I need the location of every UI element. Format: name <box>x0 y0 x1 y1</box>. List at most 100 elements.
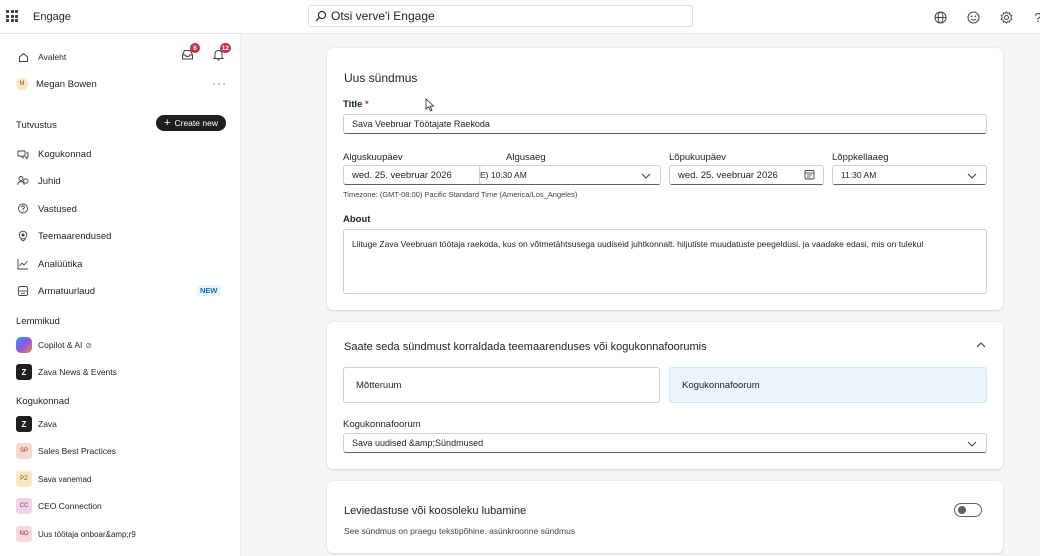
start-time-label: Algusaeg <box>506 152 546 163</box>
sidebar-item-answers[interactable]: Vastused <box>16 202 77 216</box>
avatar: PZ <box>16 471 32 487</box>
community-label: Uus töötaja onboar&amp;r9 <box>38 529 136 539</box>
title-label: Title * <box>343 99 369 110</box>
timezone-note: Timezone: (GMT-08:00) Pacific Standard T… <box>343 190 578 199</box>
community-label: Sales Best Practices <box>38 446 116 456</box>
sidebar-item-storylines[interactable]: Teemaarendused <box>16 229 111 243</box>
favorites-header: Lemmikud <box>16 316 60 327</box>
chevron-up-icon[interactable] <box>975 339 987 351</box>
home-icon <box>16 50 30 64</box>
user-name: Megan Bowen <box>36 78 97 90</box>
app-launcher-icon[interactable] <box>6 10 18 22</box>
end-time-select[interactable]: 11:30 AM <box>832 165 987 185</box>
event-form-card: Uus sündmus Title * Sava Veebruar Töötaj… <box>327 48 1003 310</box>
discover-header: Tutvustus <box>16 120 57 131</box>
copilot-icon <box>16 337 32 353</box>
create-new-button[interactable]: + Create new <box>156 115 226 131</box>
community-item[interactable]: NO Uus töötaja onboar&amp;r9 <box>16 526 136 542</box>
sidebar-item-label: Armatuurlaud <box>38 285 96 297</box>
new-badge: NEW <box>197 285 221 296</box>
avatar: SP <box>16 443 32 459</box>
community-item[interactable]: PZ Sava vanemad <box>16 471 91 487</box>
help-icon[interactable]: ? <box>1030 9 1040 25</box>
option-storyline[interactable]: Mõtteruum <box>343 367 660 403</box>
verified-icon: ⊘ <box>85 340 93 350</box>
sidebar-item-label: Avaleht <box>38 52 67 62</box>
sidebar-item-home[interactable]: Avaleht <box>16 50 66 64</box>
sidebar-item-label: Teemaarendused <box>38 230 112 242</box>
search-input[interactable] <box>331 9 671 23</box>
favorite-label: Copilot & AI <box>38 340 83 350</box>
community-item[interactable]: CC CEO Connection <box>16 498 102 514</box>
sidebar-item-analytics[interactable]: Analüütika <box>16 257 82 271</box>
sidebar-item-dashboard[interactable]: Armatuurlaud <box>16 284 95 298</box>
community-item[interactable]: SP Sales Best Practices <box>16 443 116 459</box>
search-icon <box>315 10 327 22</box>
community-item[interactable]: Z Zava <box>16 416 57 432</box>
communities-icon <box>16 147 30 161</box>
sidebar-item-communities[interactable]: Kogukonnad <box>16 147 91 161</box>
forum-heading: Saate seda sündmust korraldada teemaaren… <box>344 341 707 353</box>
sidebar-item-label: Vastused <box>38 203 77 215</box>
plus-icon: + <box>164 117 171 129</box>
avatar: Z <box>16 416 32 432</box>
avatar: Z <box>16 364 32 380</box>
start-date-input[interactable]: wed. 25. veebruar 2026 <box>343 165 498 185</box>
sidebar-user[interactable]: M Megan Bowen <box>16 78 97 90</box>
forum-card: Saate seda sündmust korraldada teemaaren… <box>327 322 1003 469</box>
sidebar-item-label: Kogukonnad <box>38 148 92 160</box>
avatar: NO <box>16 526 32 542</box>
communities-header: Kogukonnad <box>16 396 70 407</box>
favorite-label: Zava News & Events <box>38 367 117 377</box>
globe-icon[interactable] <box>932 9 948 25</box>
chevron-down-icon <box>967 173 977 179</box>
end-time-label: Lõppkellaaeg <box>832 152 889 163</box>
avatar: M <box>16 78 28 90</box>
analytics-icon <box>16 257 30 271</box>
top-bar: Engage ? <box>0 0 1040 34</box>
community-label: CEO Connection <box>38 501 102 511</box>
gear-icon[interactable] <box>998 9 1014 25</box>
notifications-badge: 12 <box>219 43 231 53</box>
leaders-icon <box>16 174 30 188</box>
sidebar-item-label: Juhid <box>38 175 61 187</box>
required-mark: * <box>365 99 369 110</box>
search-box[interactable] <box>308 5 693 27</box>
about-label: About <box>343 214 371 225</box>
option-community-forum[interactable]: Kogukonnafoorum <box>669 367 987 403</box>
avatar: CC <box>16 498 32 514</box>
form-heading: Uus sündmus <box>344 71 418 85</box>
answers-icon <box>16 202 30 216</box>
end-date-input[interactable]: wed. 25. veebruar 2026 <box>669 165 824 185</box>
livestream-heading: Leviedastuse või koosoleku lubamine <box>344 505 527 517</box>
start-date-label: Alguskuupäev <box>343 152 403 163</box>
calendar-icon[interactable] <box>804 169 815 180</box>
end-date-label: Lõpukuupäev <box>669 152 727 163</box>
livestream-toggle[interactable] <box>954 503 982 517</box>
sidebar-item-leaders[interactable]: Juhid <box>16 174 61 188</box>
notifications-button[interactable]: 12 <box>212 43 231 62</box>
favorite-item-zava-news[interactable]: Z Zava News & Events <box>16 364 117 380</box>
dashboard-icon <box>16 284 30 298</box>
community-forum-select[interactable]: Sava uudised &amp;Sündmused <box>343 433 987 453</box>
community-forum-label: Kogukonnafoorum <box>343 419 421 430</box>
favorite-item-copilot[interactable]: Copilot & AI ⊘ <box>16 337 92 353</box>
livestream-description: See sündmus on praegu tekstipõhine. asün… <box>344 526 576 536</box>
inbox-button[interactable]: 6 <box>181 43 200 62</box>
chevron-down-icon <box>641 173 651 179</box>
sidebar-item-label: Analüütika <box>38 258 83 270</box>
smiley-icon[interactable] <box>965 9 981 25</box>
chevron-down-icon <box>967 441 977 447</box>
community-label: Zava <box>38 419 57 429</box>
more-options-icon[interactable]: ··· <box>212 76 227 90</box>
about-textarea[interactable]: Liituge Zava Veebruari töötaja raekoda, … <box>343 229 987 294</box>
livestream-card: Leviedastuse või koosoleku lubamine See … <box>327 481 1003 553</box>
community-label: Sava vanemad <box>38 474 92 484</box>
title-input[interactable]: Sava Veebruar Töötajate Raekoda <box>343 114 987 134</box>
storylines-icon <box>16 229 30 243</box>
inbox-badge: 6 <box>190 43 200 53</box>
start-time-select[interactable]: E) 10:30 AM <box>479 165 661 185</box>
app-name[interactable]: Engage <box>33 11 71 23</box>
sidebar: Avaleht 6 12 M Megan Bowen ··· Tutvustus… <box>0 34 241 556</box>
cursor-icon <box>425 98 435 112</box>
